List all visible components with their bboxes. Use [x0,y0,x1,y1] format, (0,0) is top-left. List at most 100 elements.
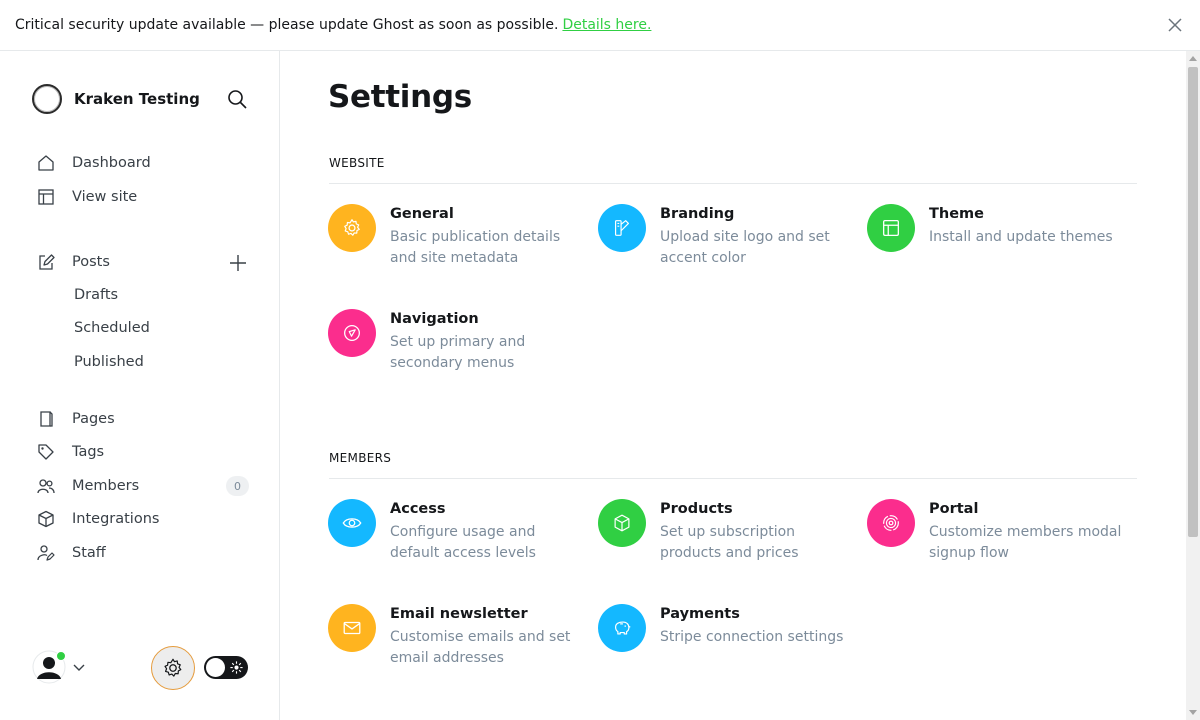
paintbrush-icon [614,220,630,236]
home-icon [38,155,54,171]
close-icon[interactable] [1166,16,1184,34]
search-icon[interactable] [226,88,248,110]
scroll-up-arrow-icon[interactable] [1189,56,1197,61]
scrollbar-thumb[interactable] [1188,67,1198,537]
sidebar-item-label: Dashboard [72,155,151,171]
theme-icon-circle [867,204,915,252]
sidebar-item-integrations[interactable]: Integrations [36,505,159,533]
update-banner: Critical security update available — ple… [0,0,1200,51]
access-icon-circle [328,499,376,547]
products-icon-circle [598,499,646,547]
settings-card-email-newsletter[interactable]: Email newsletter Customise emails and se… [328,604,583,674]
sun-icon [230,661,243,674]
settings-button[interactable] [151,646,195,690]
cube-icon [38,510,54,528]
sidebar-item-label: Members [72,478,140,494]
card-title: Access [390,501,446,517]
sidebar-item-dashboard[interactable]: Dashboard [36,149,151,177]
section-heading-members: MEMBERS [329,451,392,465]
main-content: Settings WEBSITE General Basic publicati… [281,51,1186,720]
card-description: Customise emails and set email addresses [390,629,571,666]
portal-icon [883,515,899,531]
sidebar-item-members[interactable]: Members [36,472,139,500]
plus-icon[interactable] [228,253,248,273]
piggybank-icon [614,621,631,635]
divider [329,478,1137,479]
portal-icon-circle [867,499,915,547]
sidebar-item-drafts[interactable]: Drafts [74,287,118,303]
page-title: Settings [328,79,472,115]
card-title: Payments [660,606,740,622]
site-logo[interactable] [32,84,62,114]
user-menu[interactable] [32,649,92,685]
settings-card-access[interactable]: Access Configure usage and default acces… [328,499,583,569]
settings-card-branding[interactable]: Branding Upload site logo and set accent… [598,204,853,274]
eye-icon [342,518,362,528]
sidebar-item-view-site[interactable]: View site [36,183,137,211]
sidebar-item-published[interactable]: Published [74,354,144,370]
sidebar-item-pages[interactable]: Pages [36,405,115,433]
members-icon [37,479,55,494]
navigation-icon-circle [328,309,376,357]
banner-message: Critical security update available — ple… [15,17,559,33]
compass-icon [344,325,360,341]
divider [329,183,1137,184]
card-description: Configure usage and default access level… [390,524,536,561]
sidebar-item-label: View site [72,189,138,205]
sidebar-item-label: Pages [72,411,115,427]
card-title: Email newsletter [390,606,528,622]
edit-icon [39,254,55,270]
card-description: Upload site logo and set accent color [660,229,830,266]
card-description: Basic publication details and site metad… [390,229,561,266]
scroll-down-arrow-icon[interactable] [1189,710,1197,715]
settings-card-portal[interactable]: Portal Customize members modal signup fl… [867,499,1122,569]
card-title: Theme [929,206,984,222]
layout-icon [883,220,899,236]
sidebar-item-label: Integrations [72,511,160,527]
settings-card-payments[interactable]: Payments Stripe connection settings [598,604,853,674]
night-mode-toggle[interactable] [204,656,248,679]
box-icon [614,514,630,532]
chevron-down-icon [73,664,85,671]
site-title[interactable]: Kraken Testing [74,90,200,108]
section-heading-website: WEBSITE [329,156,385,170]
settings-card-general[interactable]: General Basic publication details and si… [328,204,583,274]
email-icon-circle [328,604,376,652]
card-description: Install and update themes [929,229,1113,245]
avatar [32,650,66,684]
members-count-badge: 0 [226,476,249,496]
sidebar-item-staff[interactable]: Staff [36,539,106,567]
gear-icon [164,658,182,677]
branding-icon-circle [598,204,646,252]
staff-icon [37,545,55,561]
tag-icon [38,444,54,460]
sidebar-item-label: Posts [72,254,110,270]
site-header: Kraken Testing [32,84,248,114]
sidebar-item-scheduled[interactable]: Scheduled [74,320,150,336]
card-description: Set up primary and secondary menus [390,334,526,371]
sidebar-item-posts[interactable]: Posts [36,248,110,276]
card-description: Stripe connection settings [660,629,844,645]
sidebar-item-tags[interactable]: Tags [36,438,104,466]
card-title: Navigation [390,311,479,327]
card-title: General [390,206,454,222]
sidebar-item-label: Tags [72,444,105,460]
settings-card-navigation[interactable]: Navigation Set up primary and secondary … [328,309,583,379]
online-status-dot [56,651,66,661]
banner-details-link[interactable]: Details here. [562,17,651,33]
card-title: Branding [660,206,735,222]
general-icon-circle [328,204,376,252]
sidebar-item-label: Staff [72,545,106,561]
payments-icon-circle [598,604,646,652]
scrollbar[interactable] [1186,51,1200,720]
settings-card-products[interactable]: Products Set up subscription products an… [598,499,853,569]
card-title: Portal [929,501,979,517]
toggle-knob [206,658,225,677]
window-icon [38,189,54,205]
card-description: Customize members modal signup flow [929,524,1122,561]
gear-icon [344,219,360,236]
card-title: Products [660,501,733,517]
sidebar: Kraken Testing Dashboard View site Posts… [0,51,280,720]
card-description: Set up subscription products and prices [660,524,799,561]
settings-card-theme[interactable]: Theme Install and update themes [867,204,1122,274]
